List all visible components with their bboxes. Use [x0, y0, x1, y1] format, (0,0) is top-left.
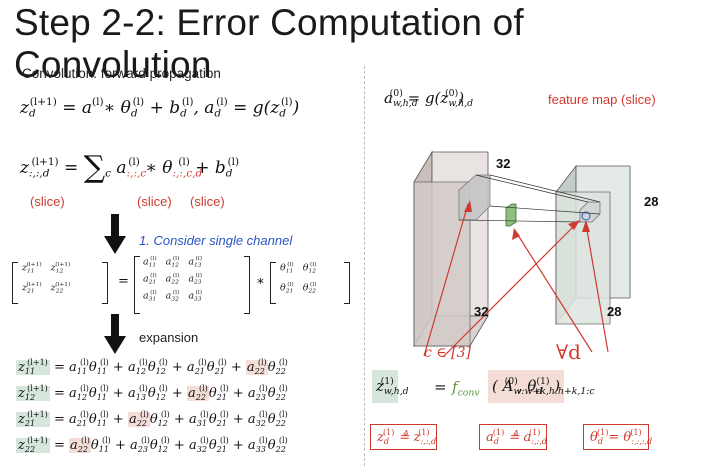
activation-equation: aw,h,d(0) = g(zw,h,d(0))	[384, 88, 474, 110]
conv-equation: zw,h,d(1) = fconv ( Aw:w+k,h:h+k,1:c(0),…	[372, 370, 692, 410]
expansion-row-z11: z11(l+1) = a11(l)θ11(l) + a12(l)θ12(l) +…	[16, 358, 288, 376]
feature-map-label: feature map (slice)	[548, 92, 656, 107]
down-arrow-icon	[104, 314, 126, 354]
channel-range-label: c ∈ [3]	[424, 345, 471, 361]
expansion-row-z21: z21(l+1) = a21(l)θ11(l) + a22(l)θ12(l) +…	[16, 410, 288, 428]
forward-propagation-subtitle: Convolution: forward propagation	[22, 66, 221, 81]
definition-box-a: ad(1) ≜ a:,:,d(1)	[479, 424, 548, 450]
slice-label-theta: (slice)	[190, 194, 225, 209]
definition-box-z: zd(1) ≜ z:,:,d(1)	[370, 424, 437, 450]
forall-d-label: ∀d	[556, 340, 581, 364]
dim-label-right: 28	[644, 194, 659, 209]
expansion-row-z22: z22(l+1) = a22(l)θ11(l) + a23(l)θ12(l) +…	[16, 436, 288, 454]
sum-equation: z:,:,d(l+1) = ∑c a:,:,c(l) ∗ θ:,:,c,d(l)…	[20, 150, 240, 185]
slice-label-a: (slice)	[137, 194, 172, 209]
definition-box-theta: θd(1)= θ:,:,:,d(1)	[583, 424, 652, 450]
expansion-label: expansion	[139, 330, 199, 345]
expansion-row-z12: z12(l+1) = a12(l)θ11(l) + a13(l)θ12(l) +…	[16, 384, 288, 402]
down-arrow-icon	[104, 214, 126, 254]
fconv-subscript: conv	[457, 387, 480, 399]
dim-label-top: 32	[496, 156, 511, 171]
slice-label-z: (slice)	[30, 194, 65, 209]
dim-label-bottom-right: 28	[607, 304, 622, 319]
forward-equation: zd(l+1) = a(l)∗ θd(l) + bd(l), ad(l) = g…	[20, 96, 300, 120]
single-channel-note: 1. Consider single channel	[139, 233, 293, 248]
dim-label-bottom-left: 32	[474, 304, 489, 319]
convolution-diagram	[413, 150, 631, 357]
